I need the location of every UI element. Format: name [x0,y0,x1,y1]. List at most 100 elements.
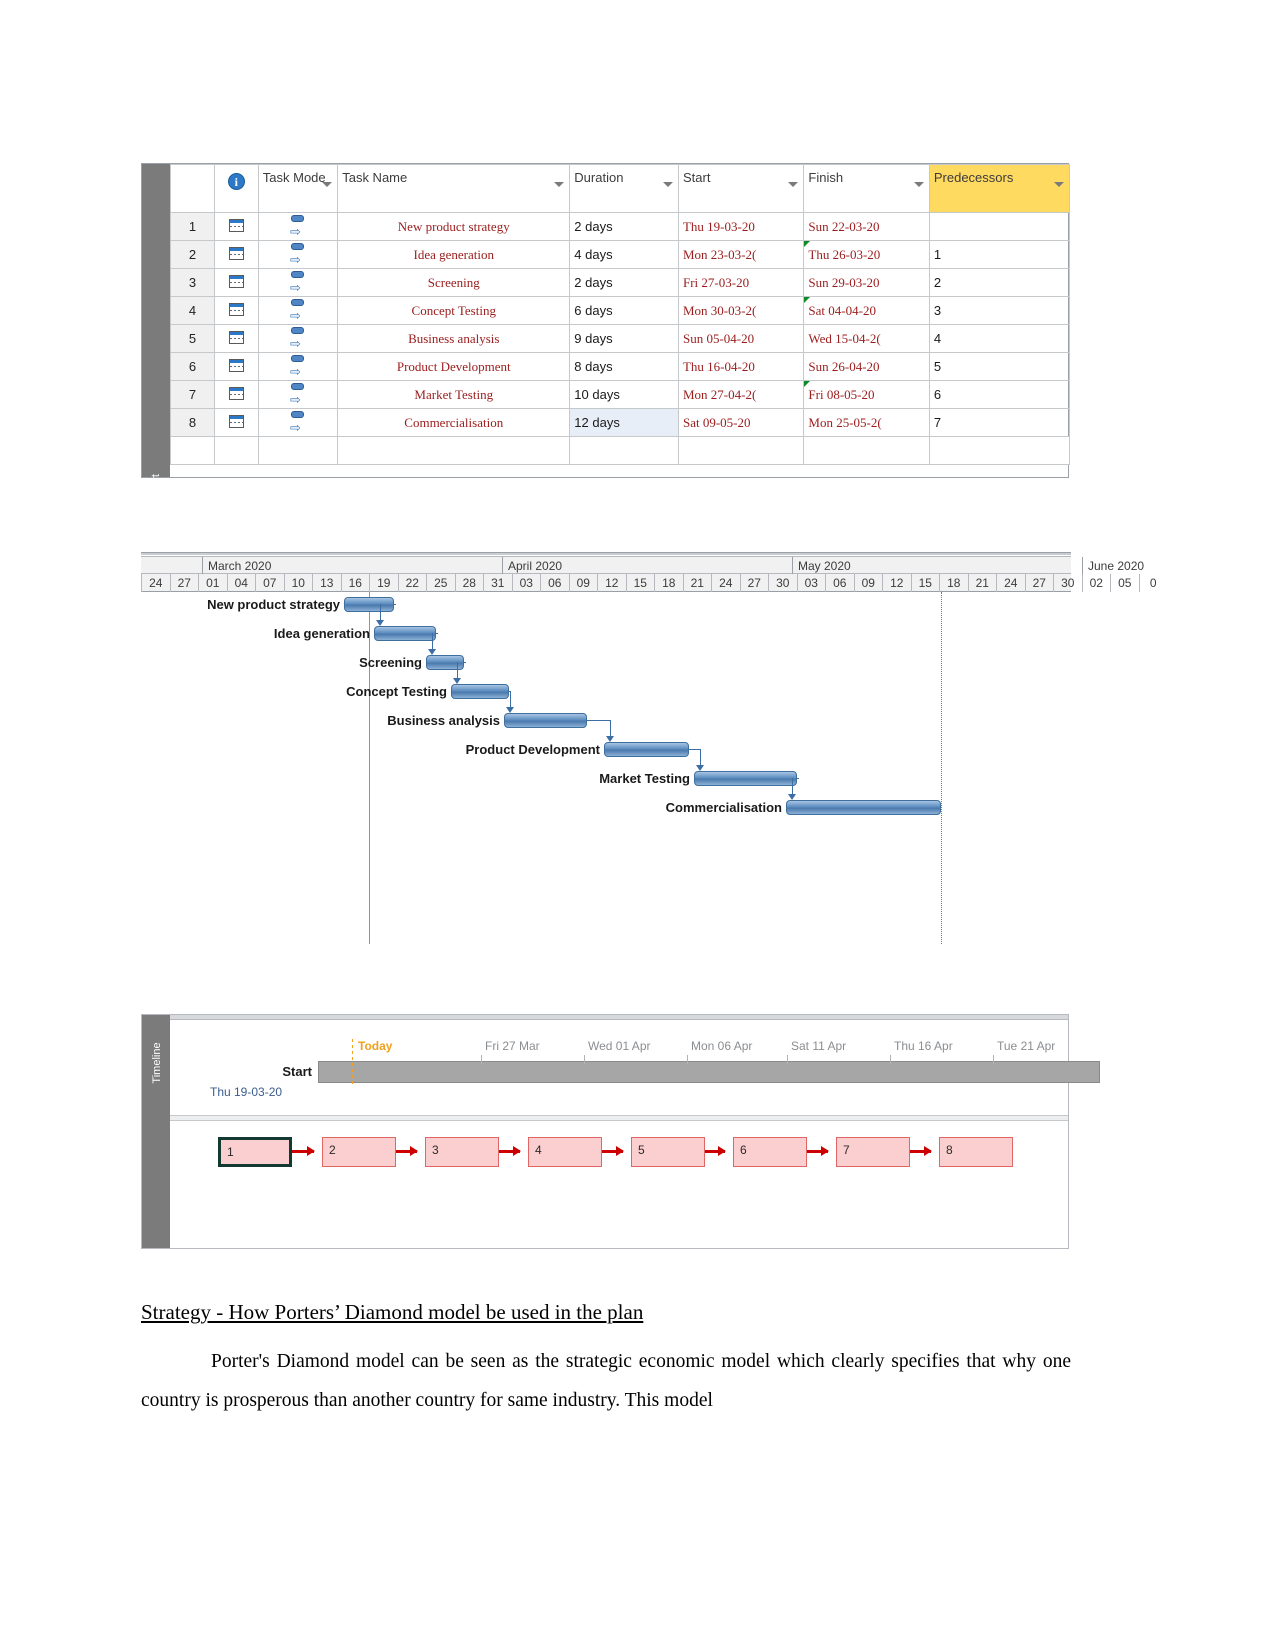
chevron-down-icon[interactable] [913,182,924,187]
row-number[interactable]: 1 [170,212,215,241]
row-number[interactable]: 6 [170,352,215,381]
row-duration[interactable]: 9 days [569,324,679,353]
row-finish-date[interactable]: Sun 29-03-20 [803,268,930,297]
network-node[interactable]: 4 [528,1137,602,1167]
row-finish-date[interactable]: Sat 04-04-20 [803,296,930,325]
table-row[interactable]: 4 ⇨ Concept Testing 6 days Mon 30-03-2(Sat 0… [170,296,1071,325]
row-predecessors[interactable]: 6 [928,380,1071,409]
network-node[interactable]: 7 [836,1137,910,1167]
row-number[interactable]: 4 [170,296,215,325]
row-predecessors[interactable]: 7 [928,408,1071,437]
table-row[interactable]: 8 ⇨ Commercialisation 12 days Sat 09-05-20 Mo… [170,408,1071,437]
row-predecessors[interactable]: 3 [928,296,1071,325]
row-task-mode-cell[interactable]: ⇨ [257,380,339,409]
row-indicator-cell[interactable] [213,296,259,325]
row-task-mode-cell[interactable]: ⇨ [257,296,339,325]
table-row[interactable]: 3 ⇨ Screening 2 days Fri 27-03-20 Sun 29-03-2… [170,268,1071,297]
gantt-task-bar[interactable] [504,713,587,728]
row-start-date[interactable]: Mon 27-04-2( [677,380,805,409]
row-predecessors[interactable] [928,212,1071,241]
row-task-name[interactable]: Commercialisation [337,408,571,437]
row-predecessors[interactable]: 4 [928,324,1071,353]
gantt-chart-side-tab[interactable]: hart [142,164,170,493]
network-node[interactable]: 2 [322,1137,396,1167]
network-node[interactable]: 6 [733,1137,807,1167]
row-duration[interactable]: 2 days [569,212,679,241]
timeline-span-bar[interactable] [318,1061,1100,1083]
row-task-mode-cell[interactable]: ⇨ [257,408,339,437]
network-node[interactable]: 8 [939,1137,1013,1167]
row-indicator-cell[interactable] [213,240,259,269]
table-row[interactable]: 1 ⇨ New product strategy 2 days Thu 19-03-20… [170,212,1071,241]
row-start-date[interactable]: Thu 16-04-20 [677,352,805,381]
gantt-task-bar[interactable] [374,626,436,641]
row-finish-date[interactable]: Sun 22-03-20 [803,212,930,241]
row-task-mode-cell[interactable]: ⇨ [257,324,339,353]
row-duration[interactable]: 10 days [569,380,679,409]
row-number[interactable]: 5 [170,324,215,353]
row-predecessors[interactable]: 5 [928,352,1071,381]
row-task-name[interactable]: Product Development [337,352,571,381]
row-predecessors[interactable]: 1 [928,240,1071,269]
chevron-down-icon[interactable] [662,182,673,187]
row-duration[interactable]: 8 days [569,352,679,381]
row-task-name[interactable]: Screening [337,268,571,297]
network-node[interactable]: 5 [631,1137,705,1167]
table-row[interactable]: 2 ⇨ Idea generation 4 days Mon 23-03-2(Thu 2… [170,240,1071,269]
chevron-down-icon[interactable] [322,182,333,187]
column-header-duration[interactable]: Duration [569,164,679,213]
row-task-name[interactable]: New product strategy [337,212,571,241]
gantt-task-bar[interactable] [604,742,689,757]
row-duration[interactable]: 6 days [569,296,679,325]
row-task-name[interactable]: Concept Testing [337,296,571,325]
row-start-date[interactable]: Thu 19-03-20 [677,212,805,241]
row-number[interactable]: 7 [170,380,215,409]
row-task-name[interactable]: Market Testing [337,380,571,409]
column-header-rownum[interactable] [170,164,215,213]
row-indicator-cell[interactable] [213,352,259,381]
row-start-date[interactable]: Mon 23-03-2( [677,240,805,269]
column-header-task-mode[interactable]: Task Mode [257,164,339,213]
row-number[interactable]: 3 [170,268,215,297]
row-start-date[interactable]: Fri 27-03-20 [677,268,805,297]
column-header-finish[interactable]: Finish [803,164,930,213]
table-row[interactable]: 7 ⇨ Market Testing 10 days Mon 27-04-2(Fri 0… [170,380,1071,409]
row-indicator-cell[interactable] [213,408,259,437]
row-indicator-cell[interactable] [213,212,259,241]
row-duration[interactable]: 12 days [569,408,679,437]
row-number[interactable]: 2 [170,240,215,269]
row-finish-date[interactable]: Sun 26-04-20 [803,352,930,381]
column-header-start[interactable]: Start [677,164,805,213]
gantt-task-bar[interactable] [426,655,464,670]
row-predecessors[interactable]: 2 [928,268,1071,297]
table-empty-row[interactable] [170,436,1071,465]
row-duration[interactable]: 4 days [569,240,679,269]
row-task-mode-cell[interactable]: ⇨ [257,352,339,381]
gantt-task-bar[interactable] [786,800,941,815]
row-task-mode-cell[interactable]: ⇨ [257,212,339,241]
chevron-down-icon[interactable] [1054,182,1064,187]
row-indicator-cell[interactable] [213,324,259,353]
column-header-task-name[interactable]: Task Name [337,164,571,213]
timeline-side-tab[interactable]: Timeline [142,1015,170,1248]
row-finish-date[interactable]: Mon 25-05-2( [803,408,930,437]
row-finish-date[interactable]: Thu 26-03-20 [803,240,930,269]
gantt-task-bar[interactable] [451,684,509,699]
row-task-mode-cell[interactable]: ⇨ [257,240,339,269]
gantt-task-bar[interactable] [344,597,394,612]
row-indicator-cell[interactable] [213,380,259,409]
row-indicator-cell[interactable] [213,268,259,297]
network-node[interactable]: 1 [218,1137,292,1167]
column-header-indicator[interactable]: i [213,164,259,213]
table-row[interactable]: 5 ⇨ Business analysis 9 days Sun 05-04-20 Wed… [170,324,1071,353]
column-header-predecessors[interactable]: Predecessors [928,164,1071,213]
network-node[interactable]: 3 [425,1137,499,1167]
chevron-down-icon[interactable] [788,182,799,187]
chevron-down-icon[interactable] [554,182,565,187]
row-finish-date[interactable]: Wed 15-04-2( [803,324,930,353]
gantt-task-bar[interactable] [694,771,797,786]
row-duration[interactable]: 2 days [569,268,679,297]
row-task-mode-cell[interactable]: ⇨ [257,268,339,297]
table-row[interactable]: 6 ⇨ Product Development 8 days Thu 16-04-20 S… [170,352,1071,381]
row-start-date[interactable]: Sun 05-04-20 [677,324,805,353]
